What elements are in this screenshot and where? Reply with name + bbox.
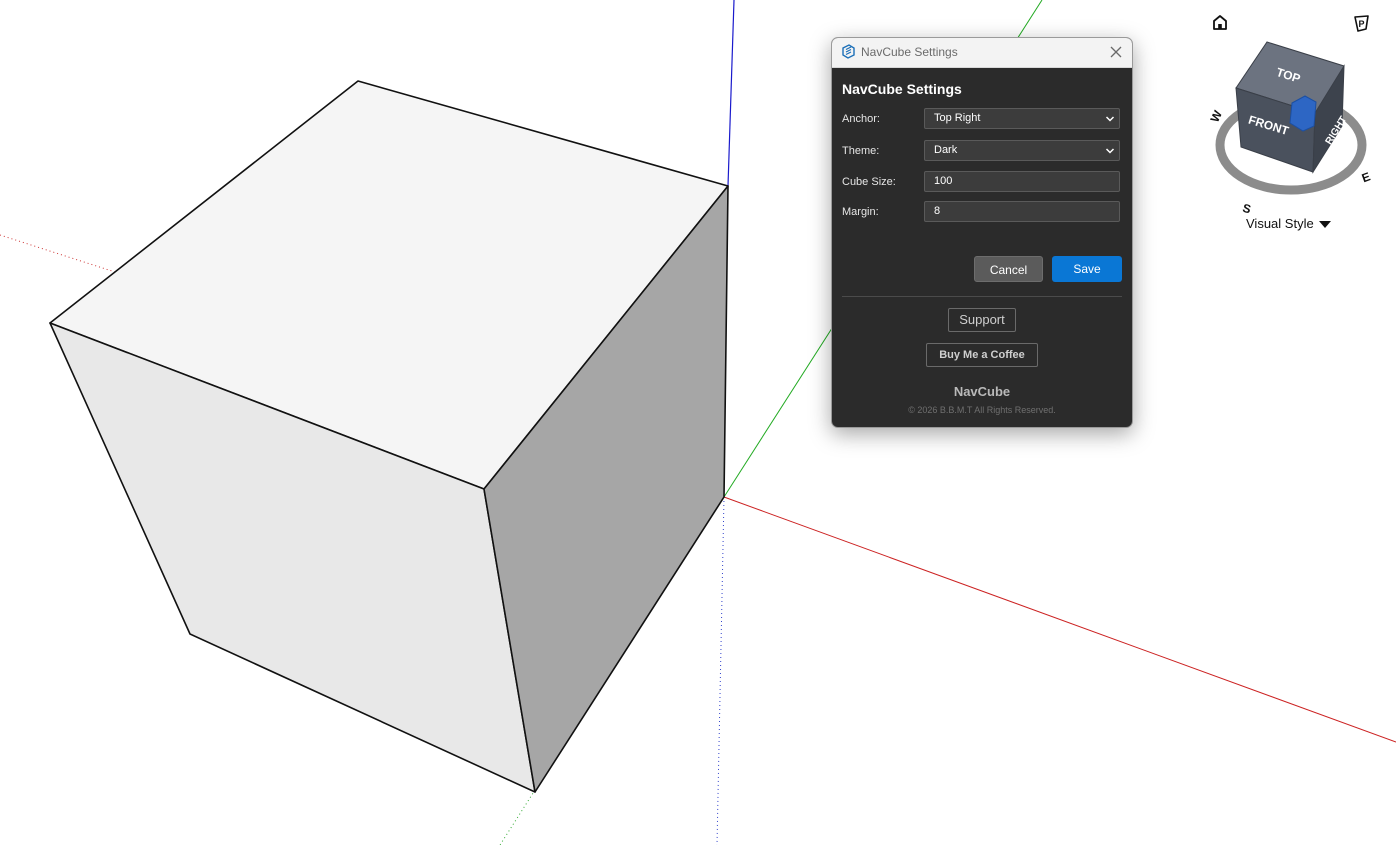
close-icon[interactable] — [1106, 42, 1126, 62]
chevron-down-icon — [1105, 116, 1115, 122]
navcube-settings-dialog: NavCube Settings NavCube Settings Anchor… — [831, 37, 1133, 428]
save-button[interactable]: Save — [1052, 256, 1122, 282]
support-button[interactable]: Support — [948, 308, 1016, 332]
margin-input[interactable]: 8 — [924, 201, 1120, 222]
dialog-heading: NavCube Settings — [842, 81, 962, 97]
buy-me-a-coffee-button[interactable]: Buy Me a Coffee — [926, 343, 1038, 367]
compass-w: W — [1208, 108, 1226, 125]
theme-value: Dark — [934, 144, 958, 156]
theme-label: Theme: — [842, 145, 880, 157]
margin-label: Margin: — [842, 206, 879, 218]
margin-value: 8 — [934, 205, 941, 217]
theme-select[interactable]: Dark — [924, 140, 1120, 161]
home-icon[interactable] — [1213, 15, 1227, 30]
cube-size-input[interactable]: 100 — [924, 171, 1120, 192]
red-axis-dotted — [0, 234, 116, 273]
divider — [842, 296, 1122, 297]
blue-axis — [727, 0, 735, 187]
svg-text:P: P — [1359, 19, 1365, 29]
cancel-button[interactable]: Cancel — [974, 256, 1043, 282]
navcube-widget[interactable]: P W E S TOP FRONT RIGHT — [1208, 15, 1373, 217]
dialog-content: NavCube Settings Anchor: Top Right Theme… — [832, 68, 1132, 427]
visual-style-dropdown[interactable]: Visual Style — [1246, 216, 1331, 231]
anchor-label: Anchor: — [842, 113, 880, 125]
anchor-value: Top Right — [934, 112, 981, 124]
brand-name: NavCube — [953, 384, 1011, 399]
anchor-select[interactable]: Top Right — [924, 108, 1120, 129]
copyright-text: © 2026 B.B.M.T All Rights Reserved. — [908, 405, 1056, 415]
perspective-icon[interactable]: P — [1354, 15, 1369, 32]
green-axis-dotted — [499, 789, 536, 845]
red-axis — [723, 496, 1396, 743]
sketchup-logo-icon — [842, 44, 855, 59]
caret-down-icon — [1318, 221, 1331, 229]
cube-size-value: 100 — [934, 175, 953, 187]
cube-size-label: Cube Size: — [842, 176, 896, 188]
window-title: NavCube Settings — [861, 45, 958, 59]
dialog-titlebar[interactable]: NavCube Settings — [832, 38, 1132, 68]
blue-axis-dotted — [716, 496, 725, 845]
compass-e: E — [1360, 169, 1372, 185]
visual-style-label: Visual Style — [1246, 216, 1314, 231]
model-viewport[interactable]: P W E S TOP FRONT RIGHT — [0, 0, 1396, 845]
cube-model[interactable] — [49, 80, 729, 793]
chevron-down-icon — [1105, 148, 1115, 154]
compass-s: S — [1241, 201, 1252, 217]
